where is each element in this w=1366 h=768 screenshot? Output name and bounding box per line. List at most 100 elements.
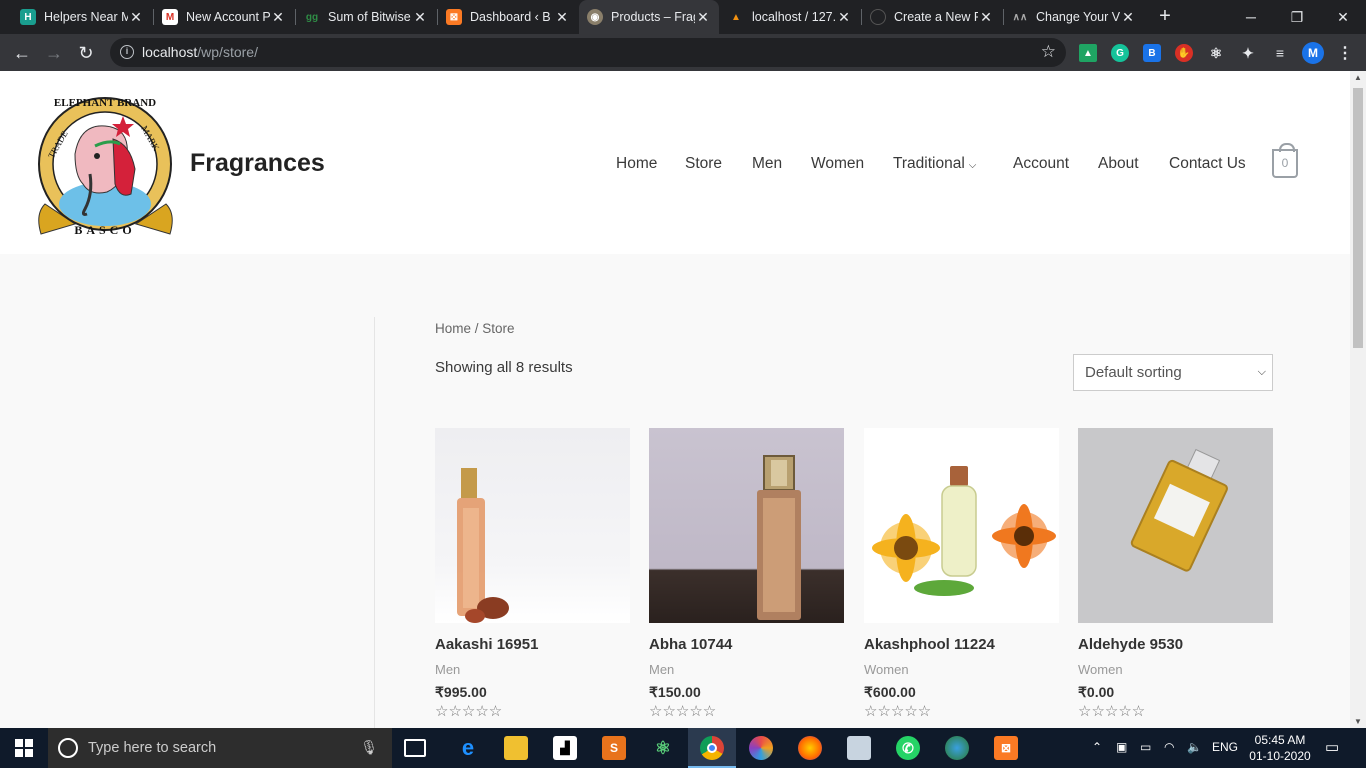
site-info-icon[interactable]: i — [120, 45, 134, 59]
product-card[interactable]: Akashphool 11224 Women ₹600.00 ☆☆☆☆☆ — [864, 428, 1059, 720]
browser-tab[interactable]: Create a New Repository ✕ — [862, 0, 1002, 34]
page-scrollbar[interactable]: ▲ ▼ — [1350, 71, 1366, 728]
product-image[interactable] — [864, 428, 1059, 623]
grammarly-icon[interactable]: G — [1111, 44, 1129, 62]
windows-start-icon[interactable] — [0, 728, 48, 768]
close-tab-icon[interactable]: ✕ — [128, 9, 144, 26]
back-arrow-icon[interactable]: ← — [10, 41, 34, 65]
url-text[interactable]: localhost/wp/store/ — [142, 44, 258, 60]
windows-taskbar: Type here to search 🎙 e ▟ S ⚛ ✆ ⊠ ⌃ ▣ ▭ … — [0, 728, 1366, 768]
file-explorer-icon[interactable] — [504, 736, 528, 760]
edge-browser-icon[interactable]: e — [456, 735, 480, 760]
product-price: ₹600.00 — [864, 684, 916, 700]
xampp-control-icon[interactable]: ⊠ — [994, 736, 1018, 760]
menu-item-men[interactable]: Men — [752, 155, 782, 173]
product-category[interactable]: Men — [649, 662, 674, 677]
task-manager-icon[interactable] — [847, 736, 871, 760]
browser-tab-active[interactable]: ◉ Products – Fragrances ✕ — [579, 0, 719, 34]
taskbar-search-box[interactable]: Type here to search 🎙 — [48, 728, 392, 768]
volume-icon[interactable]: 🔈 — [1187, 740, 1202, 754]
product-image[interactable] — [1078, 428, 1273, 623]
notification-center-icon[interactable]: ▭ — [1325, 738, 1339, 756]
menu-item-women[interactable]: Women — [811, 155, 864, 173]
site-header: ELEPHANT BRAND TRADE MARK BASCO Fragranc… — [0, 71, 1350, 254]
product-card[interactable]: Abha 10744 Men ₹150.00 ☆☆☆☆☆ — [649, 428, 844, 720]
bookmark-star-icon[interactable]: ☆ — [1041, 42, 1056, 62]
system-clock[interactable]: 05:45 AM 01-10-2020 — [1248, 732, 1312, 764]
product-price: ₹995.00 — [435, 684, 487, 700]
google-drive-icon[interactable]: ▲ — [1079, 44, 1097, 62]
scroll-down-arrow-icon[interactable]: ▼ — [1350, 717, 1366, 726]
firefox-icon[interactable] — [798, 736, 822, 760]
close-tab-icon[interactable]: ✕ — [412, 9, 428, 26]
profile-avatar[interactable]: M — [1302, 42, 1324, 64]
browser-tab[interactable]: gg Sum of Bitwise ✕ — [296, 0, 436, 34]
restore-window-icon[interactable]: ❐ — [1274, 0, 1320, 34]
whatsapp-icon[interactable]: ✆ — [896, 736, 920, 760]
react-devtools-icon[interactable]: ⚛ — [1207, 44, 1225, 62]
cart-icon[interactable]: 0 — [1272, 143, 1298, 178]
network-globe-icon[interactable] — [945, 736, 969, 760]
chrome-menu-icon[interactable]: ⋮ — [1336, 44, 1354, 62]
geeksforgeeks-favicon-icon: gg — [305, 11, 319, 23]
menu-item-traditional[interactable]: Traditional ⌵ — [893, 155, 976, 173]
sticky-notes-icon[interactable]: ▟ — [553, 736, 577, 760]
close-tab-icon[interactable]: ✕ — [270, 9, 286, 26]
close-tab-icon[interactable]: ✕ — [978, 9, 994, 26]
product-price: ₹0.00 — [1078, 684, 1115, 700]
close-tab-icon[interactable]: ✕ — [554, 9, 570, 26]
browser-tab[interactable]: H Helpers Near Me ✕ — [12, 0, 152, 34]
product-name[interactable]: Aldehyde 9530 — [1078, 636, 1183, 653]
show-hidden-icons-chevron-icon[interactable]: ⌃ — [1092, 740, 1102, 754]
product-image[interactable] — [649, 428, 844, 623]
new-tab-plus-icon[interactable]: + — [1155, 6, 1175, 26]
extensions-puzzle-icon[interactable]: ✦ — [1239, 44, 1257, 62]
media-queue-icon[interactable]: ≡ — [1271, 44, 1289, 62]
menu-item-about[interactable]: About — [1098, 155, 1139, 173]
product-category[interactable]: Women — [864, 662, 909, 677]
adblock-icon[interactable]: ✋ — [1175, 44, 1193, 62]
product-card[interactable]: Aakashi 16951 Men ₹995.00 ☆☆☆☆☆ — [435, 428, 630, 720]
close-window-icon[interactable]: ✕ — [1320, 0, 1366, 34]
breadcrumb[interactable]: Home / Store — [435, 321, 515, 336]
browser-tab[interactable]: ▲ localhost / 127.0.0.1 ✕ — [720, 0, 860, 34]
product-category[interactable]: Women — [1078, 662, 1123, 677]
tray-app-icon[interactable]: ▣ — [1116, 740, 1127, 754]
tab-title: Create a New Repository — [894, 10, 978, 24]
extension-icon[interactable]: B — [1143, 44, 1161, 62]
atom-editor-icon[interactable]: ⚛ — [651, 736, 675, 760]
browser-tab[interactable]: ∧∧ Change Your Vision ✕ — [1004, 0, 1144, 34]
elephant-brand-logo[interactable]: ELEPHANT BRAND TRADE MARK BASCO — [35, 84, 176, 241]
microphone-icon[interactable]: 🎙 — [360, 739, 378, 756]
forward-arrow-icon[interactable]: → — [42, 41, 66, 65]
task-view-icon[interactable] — [404, 739, 426, 757]
product-category[interactable]: Men — [435, 662, 460, 677]
language-indicator[interactable]: ENG — [1212, 740, 1238, 754]
close-tab-icon[interactable]: ✕ — [836, 9, 852, 26]
browser-app-icon[interactable] — [749, 736, 773, 760]
menu-item-store[interactable]: Store — [685, 155, 722, 173]
close-tab-icon[interactable]: ✕ — [695, 9, 711, 26]
scrollbar-thumb[interactable] — [1353, 88, 1363, 348]
menu-item-home[interactable]: Home — [616, 155, 657, 173]
reload-icon[interactable]: ↻ — [74, 41, 98, 65]
menu-item-account[interactable]: Account — [1013, 155, 1069, 173]
battery-icon[interactable]: ▭ — [1140, 740, 1151, 754]
product-name[interactable]: Abha 10744 — [649, 636, 732, 653]
site-title[interactable]: Fragrances — [190, 149, 325, 178]
wifi-icon[interactable]: ◠ — [1164, 740, 1174, 754]
product-image[interactable] — [435, 428, 630, 623]
minimize-window-icon[interactable]: ─ — [1228, 0, 1274, 34]
close-tab-icon[interactable]: ✕ — [1120, 9, 1136, 26]
product-card[interactable]: Aldehyde 9530 Women ₹0.00 ☆☆☆☆☆ — [1078, 428, 1273, 720]
product-name[interactable]: Aakashi 16951 — [435, 636, 538, 653]
sublime-text-icon[interactable]: S — [602, 736, 626, 760]
address-bar[interactable]: i localhost/wp/store/ ☆ — [110, 38, 1066, 67]
browser-tab[interactable]: ⊠ Dashboard ‹ B ✕ — [438, 0, 578, 34]
chrome-icon[interactable] — [700, 736, 724, 760]
menu-item-contact[interactable]: Contact Us — [1169, 155, 1246, 173]
scroll-up-arrow-icon[interactable]: ▲ — [1350, 73, 1366, 82]
browser-tab[interactable]: M New Account Password ✕ — [154, 0, 294, 34]
sort-dropdown[interactable]: Default sorting ⌵ — [1073, 354, 1273, 391]
product-name[interactable]: Akashphool 11224 — [864, 636, 995, 653]
